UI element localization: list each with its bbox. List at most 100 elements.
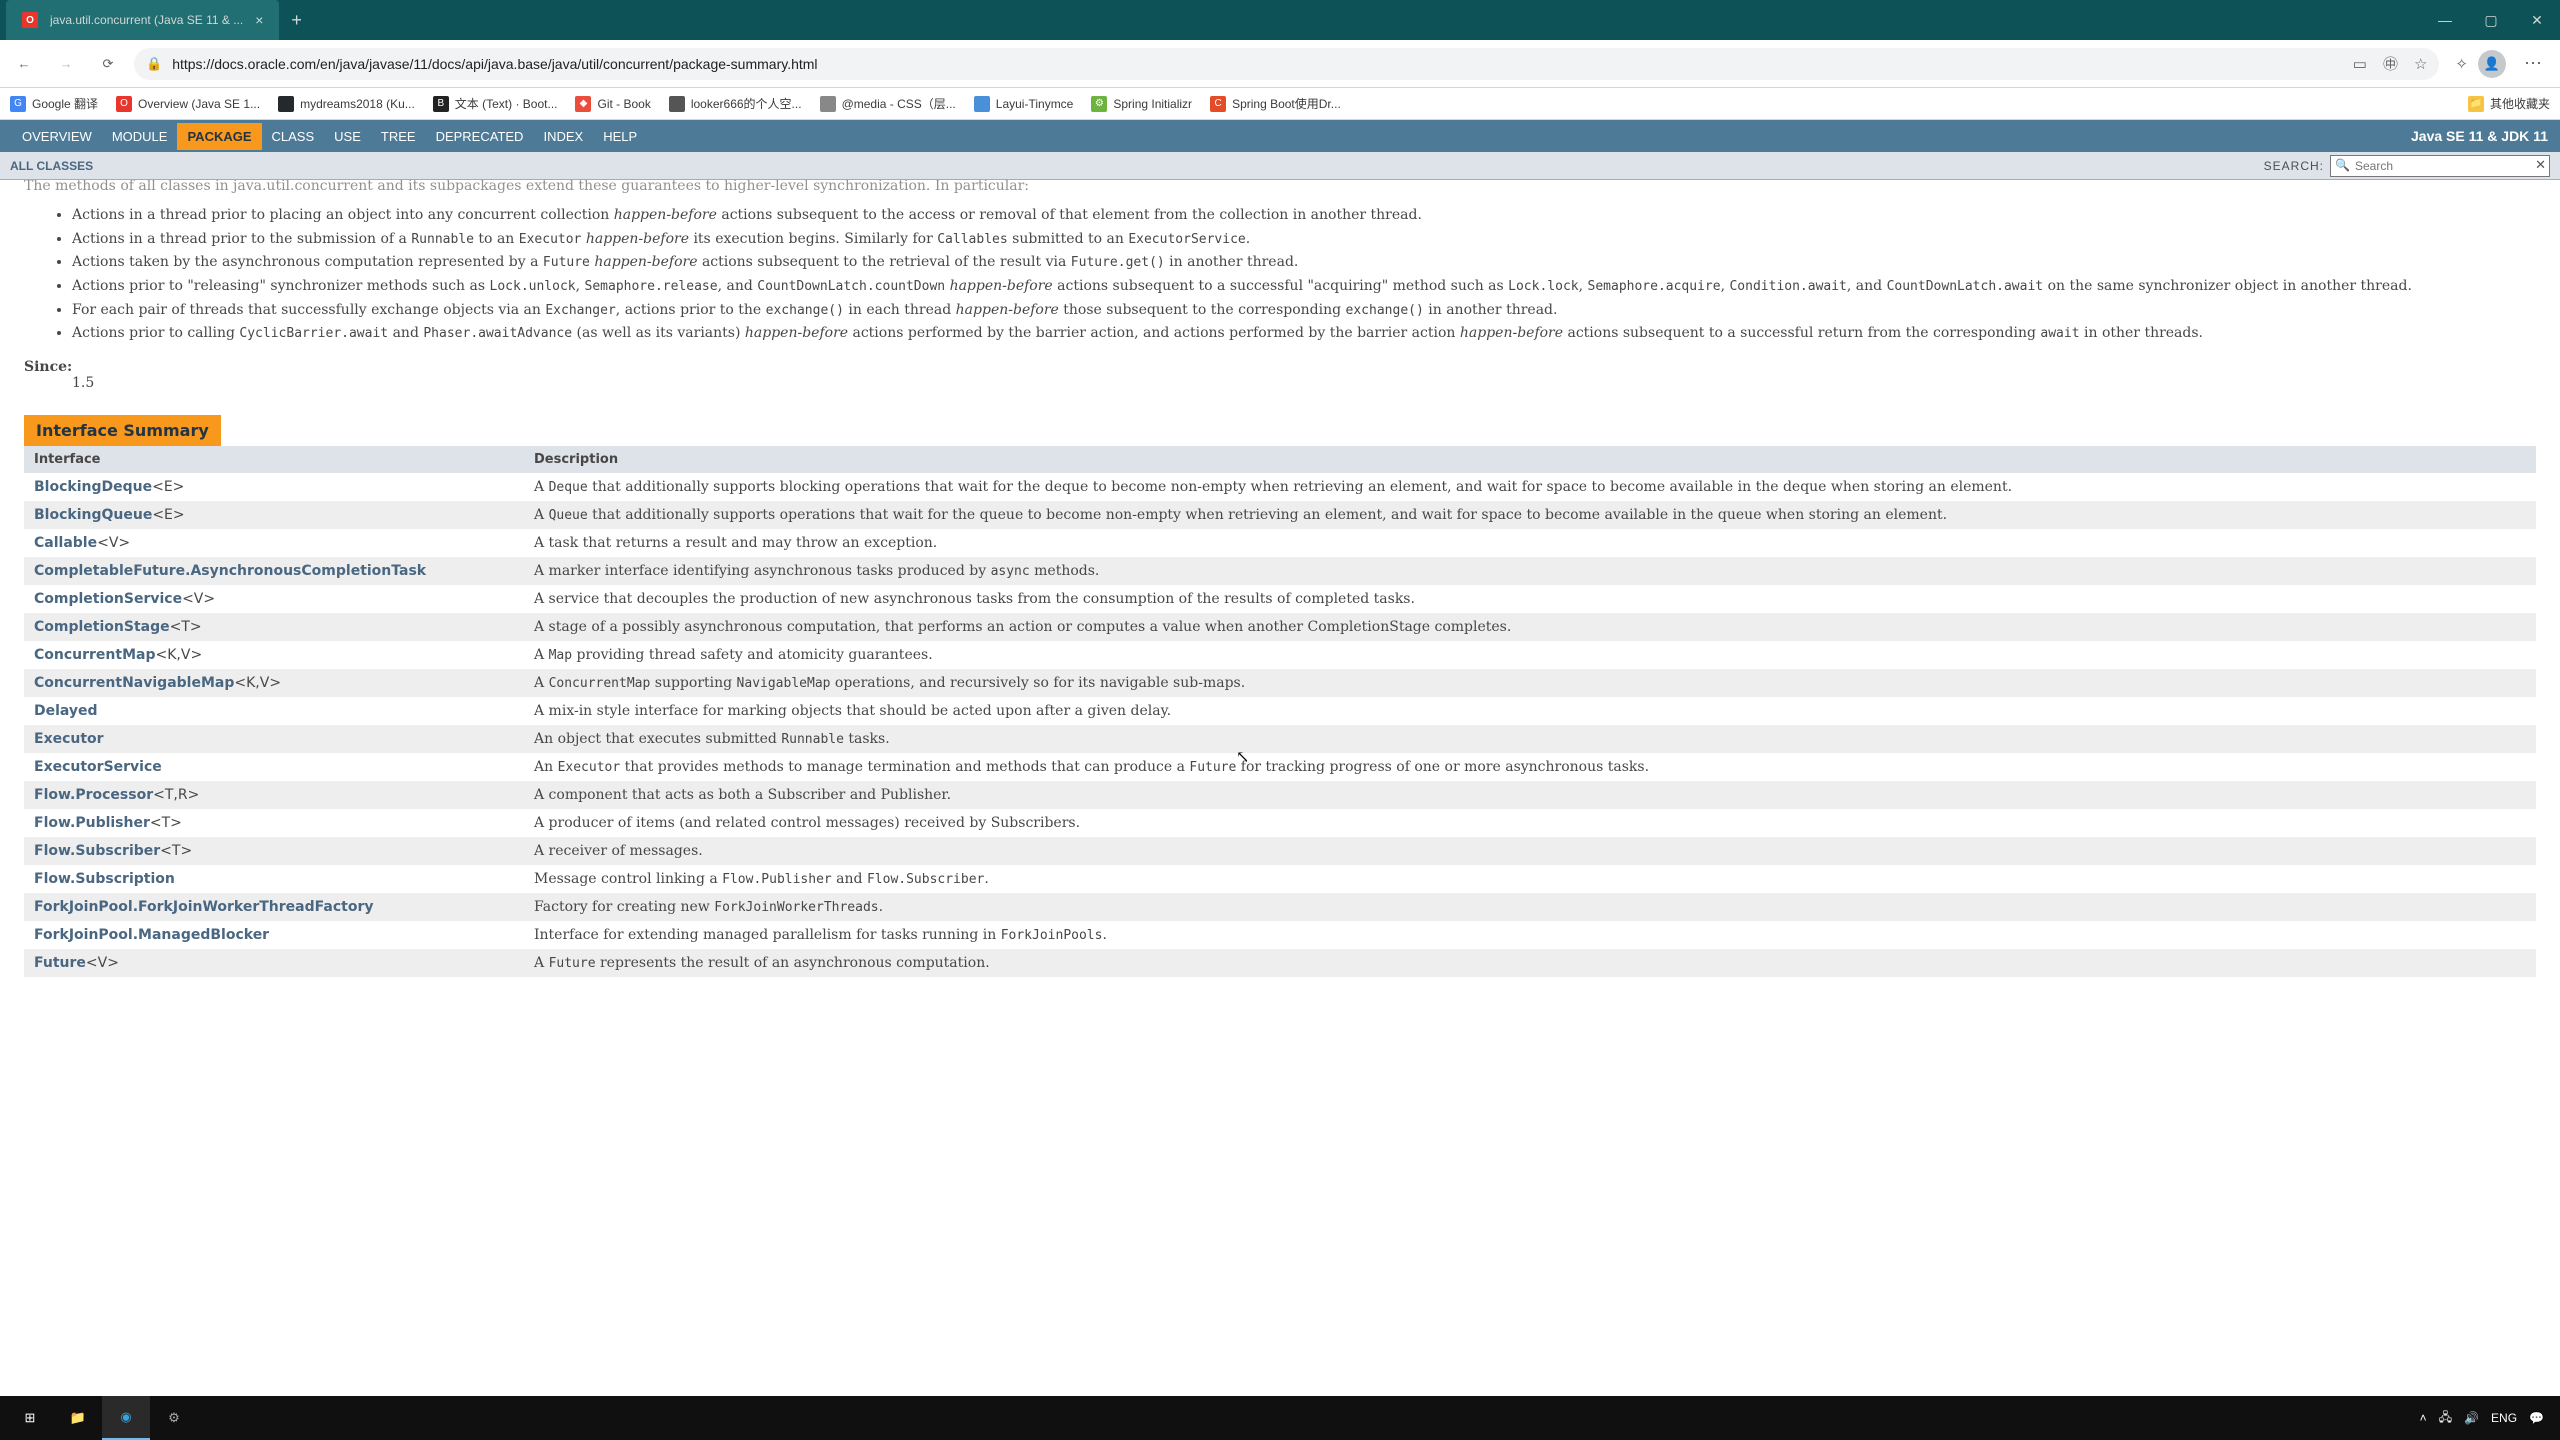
edge-icon: ◉ — [120, 1409, 131, 1425]
interface-link[interactable]: Flow.Subscription — [34, 871, 175, 887]
interface-description: A mix-in style interface for marking obj… — [524, 697, 2536, 725]
interface-link[interactable]: Flow.Publisher — [34, 815, 150, 831]
other-bookmarks-label: 其他收藏夹 — [2490, 95, 2550, 112]
nav-use[interactable]: USE — [324, 123, 371, 150]
nav-refresh-button[interactable]: ⟳ — [92, 48, 124, 80]
other-bookmarks-folder[interactable]: 📁 其他收藏夹 — [2468, 95, 2550, 112]
bookmark-favicon-icon: G — [10, 96, 26, 112]
nav-help[interactable]: HELP — [593, 123, 647, 150]
all-classes-link[interactable]: ALL CLASSES — [10, 159, 93, 173]
interface-description: An object that executes submitted Runnab… — [524, 725, 2536, 753]
interface-link[interactable]: CompletionService — [34, 591, 182, 607]
window-close-button[interactable]: ✕ — [2514, 0, 2560, 40]
interface-description: A marker interface identifying asynchron… — [524, 557, 2536, 585]
interface-description: Message control linking a Flow.Publisher… — [524, 865, 2536, 893]
profile-avatar[interactable]: 👤 — [2478, 50, 2506, 78]
reader-mode-icon[interactable]: ▭ — [2353, 55, 2367, 73]
interface-link[interactable]: Flow.Subscriber — [34, 843, 160, 859]
language-indicator[interactable]: ENG — [2491, 1411, 2517, 1425]
notifications-icon[interactable]: 💬 — [2529, 1411, 2544, 1425]
interface-link[interactable]: BlockingQueue — [34, 507, 152, 523]
search-clear-icon[interactable]: ✕ — [2535, 157, 2546, 173]
bookmark-item[interactable]: OOverview (Java SE 1... — [116, 96, 260, 112]
search-icon: 🔍 — [2335, 158, 2350, 172]
bookmarks-bar: GGoogle 翻译 OOverview (Java SE 1... mydream… — [0, 88, 2560, 120]
nav-module[interactable]: MODULE — [102, 123, 178, 150]
volume-icon[interactable]: 🔊 — [2464, 1411, 2479, 1425]
interface-summary-table: Interface Description BlockingDeque<E>A … — [24, 446, 2536, 977]
bookmark-label: looker666的个人空... — [691, 95, 802, 112]
interface-description: A Map providing thread safety and atomic… — [524, 641, 2536, 669]
javadoc-version-label: Java SE 11 & JDK 11 — [2411, 128, 2548, 144]
window-minimize-button[interactable]: ― — [2422, 0, 2468, 40]
interface-link[interactable]: Flow.Processor — [34, 787, 153, 803]
since-value: 1.5 — [72, 375, 2536, 391]
interface-description: A Future represents the result of an asy… — [524, 949, 2536, 977]
bookmark-item[interactable]: @media - CSS（层... — [820, 95, 956, 112]
bookmark-item[interactable]: B文本 (Text) · Boot... — [433, 95, 558, 112]
interface-link[interactable]: ExecutorService — [34, 759, 162, 775]
table-row: CompletableFuture.AsynchronousCompletion… — [24, 557, 2536, 585]
translate-icon[interactable]: ㊥ — [2383, 53, 2398, 74]
interface-description: Factory for creating new ForkJoinWorkerT… — [524, 893, 2536, 921]
favorite-star-icon[interactable]: ☆ — [2414, 55, 2427, 73]
table-row: Flow.Publisher<T>A producer of items (an… — [24, 809, 2536, 837]
tab-close-icon[interactable]: × — [255, 12, 263, 28]
nav-back-button[interactable]: ← — [8, 48, 40, 80]
bookmark-item[interactable]: ⚙Spring Initializr — [1091, 96, 1192, 112]
bookmark-label: Overview (Java SE 1... — [138, 97, 260, 111]
bookmark-item[interactable]: mydreams2018 (Ku... — [278, 96, 415, 112]
tab-title: java.util.concurrent (Java SE 11 & ... — [50, 13, 243, 27]
nav-tree[interactable]: TREE — [371, 123, 426, 150]
interface-link[interactable]: Executor — [34, 731, 104, 747]
interface-description: An Executor that provides methods to man… — [524, 753, 2536, 781]
table-row: Executor An object that executes submitte… — [24, 725, 2536, 753]
tray-chevron-icon[interactable]: ˄ — [2420, 1411, 2427, 1425]
search-input[interactable] — [2330, 155, 2550, 177]
bookmark-item[interactable]: ◆Git - Book — [575, 96, 650, 112]
interface-link[interactable]: Callable — [34, 535, 97, 551]
table-row: CompletionStage<T>A stage of a possibly … — [24, 613, 2536, 641]
bookmark-item[interactable]: CSpring Boot使用Dr... — [1210, 95, 1341, 112]
nav-class[interactable]: CLASS — [262, 123, 325, 150]
new-tab-button[interactable]: + — [291, 10, 302, 31]
browser-tab[interactable]: O java.util.concurrent (Java SE 11 & ...… — [6, 0, 279, 40]
interface-link[interactable]: ConcurrentNavigableMap — [34, 675, 234, 691]
nav-deprecated[interactable]: DEPRECATED — [426, 123, 534, 150]
bookmark-item[interactable]: Layui-Tinymce — [974, 96, 1074, 112]
file-explorer-button[interactable]: 📁 — [54, 1396, 102, 1440]
interface-link[interactable]: Delayed — [34, 703, 98, 719]
edge-browser-button[interactable]: ◉ — [102, 1396, 150, 1440]
bookmark-item[interactable]: GGoogle 翻译 — [10, 95, 98, 112]
interface-link[interactable]: ForkJoinPool.ForkJoinWorkerThreadFactory — [34, 899, 373, 915]
interface-link[interactable]: ForkJoinPool.ManagedBlocker — [34, 927, 269, 943]
gear-icon: ⚙ — [168, 1410, 180, 1426]
nav-package[interactable]: PACKAGE — [177, 123, 261, 150]
nav-index[interactable]: INDEX — [533, 123, 593, 150]
list-item: Actions in a thread prior to placing an … — [72, 205, 2536, 227]
th-interface: Interface — [24, 446, 524, 473]
interface-link[interactable]: CompletableFuture.AsynchronousCompletion… — [34, 563, 426, 579]
interface-description: A producer of items (and related control… — [524, 809, 2536, 837]
table-row: BlockingDeque<E>A Deque that additionall… — [24, 473, 2536, 501]
happens-before-list: Actions in a thread prior to placing an … — [72, 205, 2536, 345]
nav-forward-button[interactable]: → — [50, 48, 82, 80]
interface-link[interactable]: Future — [34, 955, 86, 971]
nav-overview[interactable]: OVERVIEW — [12, 123, 102, 150]
browser-menu-button[interactable]: ⋯ — [2516, 53, 2552, 74]
interface-link[interactable]: BlockingDeque — [34, 479, 152, 495]
windows-icon: ⊞ — [25, 1410, 36, 1426]
interface-link[interactable]: ConcurrentMap — [34, 647, 156, 663]
network-icon[interactable]: 🖧 — [2439, 1408, 2452, 1429]
collections-icon[interactable]: ✧ — [2455, 55, 2468, 73]
table-row: BlockingQueue<E>A Queue that additionall… — [24, 501, 2536, 529]
settings-button[interactable]: ⚙ — [150, 1396, 198, 1440]
bookmark-label: Spring Boot使用Dr... — [1232, 95, 1341, 112]
bookmark-item[interactable]: looker666的个人空... — [669, 95, 802, 112]
start-button[interactable]: ⊞ — [6, 1396, 54, 1440]
bookmark-favicon-icon — [278, 96, 294, 112]
interface-link[interactable]: CompletionStage — [34, 619, 170, 635]
url-box[interactable]: 🔒 https://docs.oracle.com/en/java/javase… — [134, 48, 2439, 80]
window-maximize-button[interactable]: ▢ — [2468, 0, 2514, 40]
person-icon: 👤 — [2484, 56, 2500, 72]
